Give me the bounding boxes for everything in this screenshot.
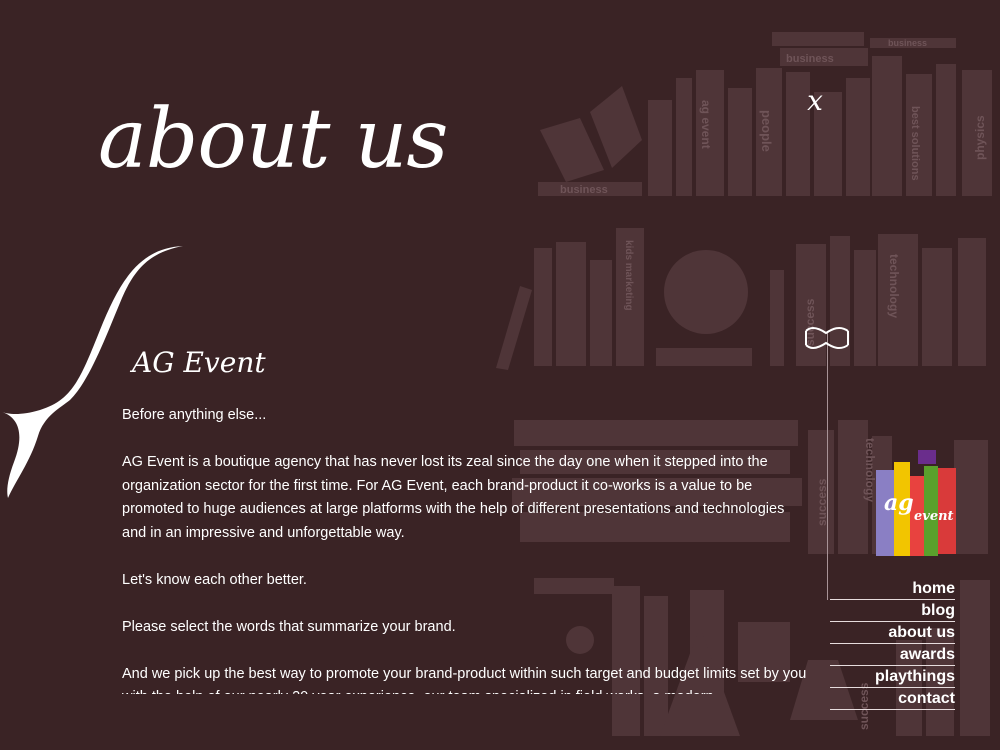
- nav-item-contact[interactable]: contact: [830, 688, 955, 710]
- svg-text:business: business: [786, 53, 834, 65]
- svg-text:business: business: [560, 184, 608, 196]
- nav-item-about-us[interactable]: about us: [830, 622, 955, 644]
- svg-text:ag: ag: [884, 490, 914, 516]
- scrollbar-track[interactable]: [827, 332, 828, 600]
- scrollbar-handle[interactable]: [802, 325, 852, 351]
- main-nav: home blog about us awards playthings con…: [830, 578, 955, 710]
- nav-item-blog[interactable]: blog: [830, 600, 955, 622]
- section-heading: AG Event: [132, 346, 266, 379]
- greeting-paragraph: Let's know each other better.: [122, 571, 307, 588]
- closing-paragraph: And we pick up the best way to promote y…: [122, 665, 807, 695]
- svg-text:business: business: [888, 38, 927, 48]
- prompt-paragraph: Please select the words that summarize y…: [122, 618, 456, 635]
- description-paragraph: AG Event is a boutique agency that has n…: [122, 454, 785, 541]
- about-content: Before anything else... AG Event is a bo…: [122, 404, 807, 694]
- svg-text:event: event: [914, 509, 954, 524]
- intro-paragraph: Before anything else...: [122, 407, 267, 423]
- svg-text:kids marketing: kids marketing: [623, 240, 634, 311]
- svg-text:physics: physics: [973, 115, 987, 160]
- nav-item-awards[interactable]: awards: [830, 644, 955, 666]
- svg-text:best solutions: best solutions: [909, 106, 921, 181]
- svg-text:ag event: ag event: [699, 100, 713, 149]
- close-icon[interactable]: x: [798, 84, 832, 118]
- svg-text:technology: technology: [887, 254, 901, 318]
- nav-item-home[interactable]: home: [830, 578, 955, 600]
- ag-event-logo[interactable]: ag event: [874, 448, 958, 558]
- page-title: about us: [98, 92, 448, 187]
- svg-text:people: people: [759, 110, 774, 152]
- nav-item-playthings[interactable]: playthings: [830, 666, 955, 688]
